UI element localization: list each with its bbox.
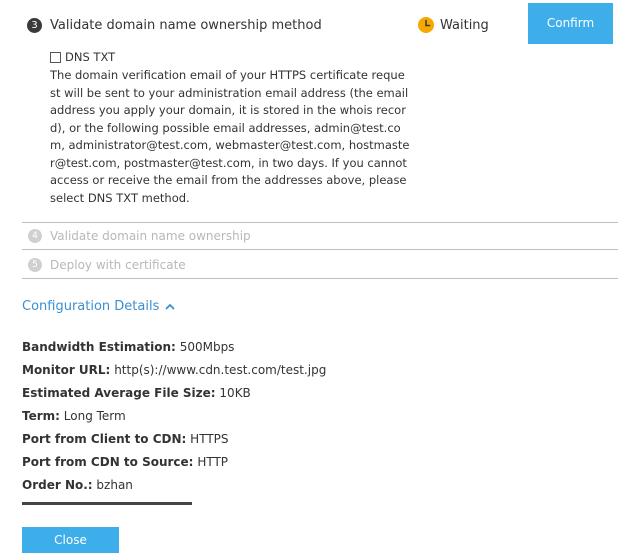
- configuration-details-label: Configuration Details: [22, 299, 160, 314]
- detail-source-port: Port from CDN to Source: HTTP: [22, 455, 229, 469]
- step-3-title: Validate domain name ownership method: [50, 17, 322, 33]
- step-3-header: 3 Validate domain name ownership method: [27, 15, 322, 35]
- detail-term: Term: Long Term: [22, 409, 126, 423]
- step-4-header: 4 Validate domain name ownership: [28, 227, 251, 245]
- dns-txt-checkbox[interactable]: [50, 51, 61, 63]
- step-number-5: 5: [28, 258, 42, 272]
- confirm-button[interactable]: Confirm: [528, 3, 613, 44]
- detail-monitor-url: Monitor URL: http(s)://www.cdn.test.com/…: [22, 363, 327, 377]
- step-3-status: Waiting: [418, 15, 489, 35]
- detail-order-no: Order No.: bzhan: [22, 478, 133, 492]
- step-5-header: 5 Deploy with certificate: [28, 256, 186, 274]
- chevron-up-icon: [165, 303, 176, 310]
- detail-bandwidth: Bandwidth Estimation: 500Mbps: [22, 340, 235, 354]
- step-5-title: Deploy with certificate: [50, 258, 186, 272]
- step-number-3: 3: [27, 17, 42, 33]
- clipped-row-bar: [22, 502, 192, 505]
- divider: [22, 278, 618, 279]
- detail-clipped-row: [22, 500, 322, 507]
- divider: [22, 249, 618, 250]
- dns-txt-option[interactable]: DNS TXT: [50, 50, 115, 64]
- detail-file-size: Estimated Average File Size: 10KB: [22, 386, 251, 400]
- configuration-details-toggle[interactable]: Configuration Details: [22, 299, 176, 314]
- verification-description: The domain verification email of your HT…: [50, 68, 410, 205]
- status-text: Waiting: [440, 17, 489, 33]
- dns-txt-label: DNS TXT: [65, 50, 116, 64]
- close-button[interactable]: Close: [22, 527, 119, 553]
- divider: [22, 222, 618, 223]
- step-4-title: Validate domain name ownership: [50, 229, 251, 243]
- step-number-4: 4: [28, 229, 42, 243]
- detail-client-port: Port from Client to CDN: HTTPS: [22, 432, 229, 446]
- clock-icon: [418, 17, 434, 33]
